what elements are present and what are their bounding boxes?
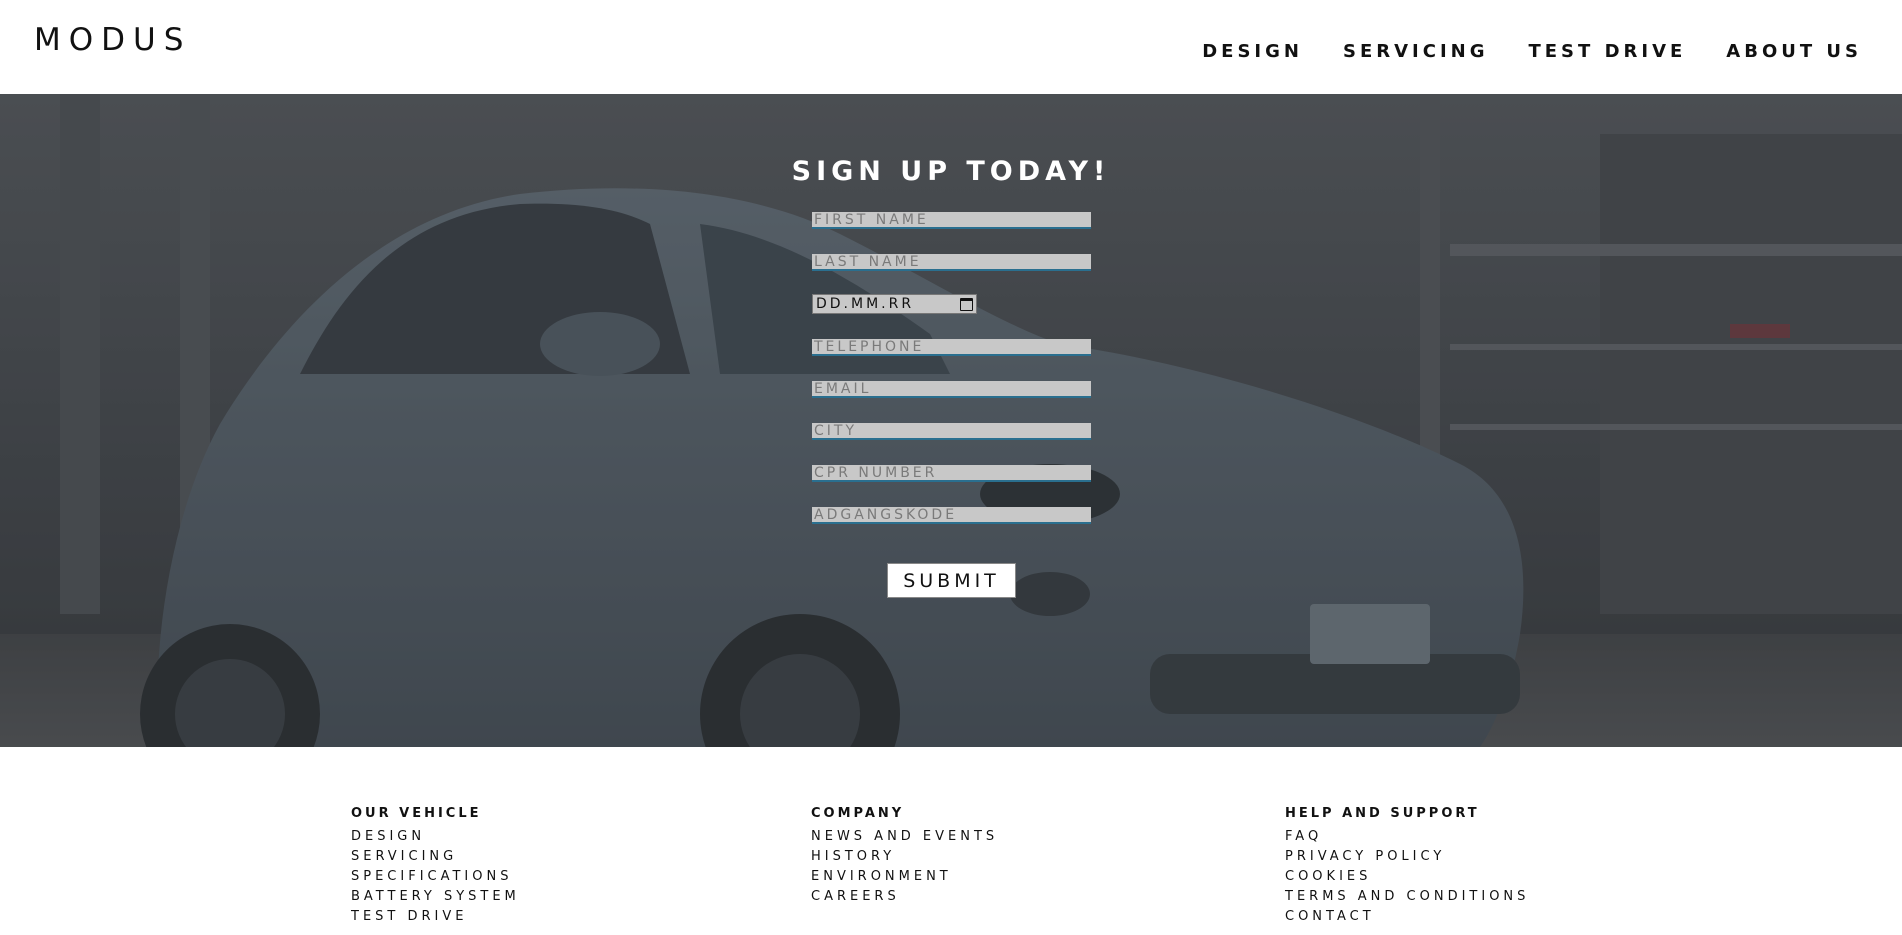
footer-link-contact[interactable]: CONTACT [1285, 907, 1529, 927]
footer-column-company: COMPANY NEWS AND EVENTS HISTORY ENVIRONM… [811, 806, 998, 907]
footer-link-servicing[interactable]: SERVICING [351, 847, 520, 867]
logo[interactable]: MODUS [34, 22, 191, 58]
hero-dark-overlay [0, 94, 1902, 747]
date-field-value: DD.MM.RR [816, 296, 915, 312]
password-field[interactable] [812, 507, 1091, 524]
footer-link-history[interactable]: HISTORY [811, 847, 998, 867]
footer-link-cookies[interactable]: COOKIES [1285, 867, 1529, 887]
first-name-field[interactable] [812, 212, 1091, 229]
signup-title: SIGN UP TODAY! [791, 156, 1111, 187]
site-footer: OUR VEHICLE DESIGN SERVICING SPECIFICATI… [0, 747, 1902, 935]
main-nav: DESIGN SERVICING TEST DRIVE ABOUT US [1162, 41, 1862, 62]
footer-link-privacy-policy[interactable]: PRIVACY POLICY [1285, 847, 1529, 867]
nav-test-drive[interactable]: TEST DRIVE [1528, 41, 1686, 62]
nav-servicing[interactable]: SERVICING [1343, 41, 1489, 62]
nav-design[interactable]: DESIGN [1202, 41, 1303, 62]
footer-link-careers[interactable]: CAREERS [811, 887, 998, 907]
date-field[interactable]: DD.MM.RR [812, 294, 977, 314]
hero-signup-section: SIGN UP TODAY! DD.MM.RR SUBMIT [0, 94, 1902, 747]
footer-heading: OUR VEHICLE [351, 806, 482, 821]
telephone-field[interactable] [812, 339, 1091, 356]
footer-link-faq[interactable]: FAQ [1285, 827, 1529, 847]
footer-link-battery-system[interactable]: BATTERY SYSTEM [351, 887, 520, 907]
footer-heading: HELP AND SUPPORT [1285, 806, 1480, 821]
footer-link-environment[interactable]: ENVIRONMENT [811, 867, 998, 887]
city-field[interactable] [812, 423, 1091, 440]
footer-link-news-and-events[interactable]: NEWS AND EVENTS [811, 827, 998, 847]
calendar-icon[interactable] [960, 297, 973, 311]
footer-heading: COMPANY [811, 806, 905, 821]
last-name-field[interactable] [812, 254, 1091, 271]
footer-link-specifications[interactable]: SPECIFICATIONS [351, 867, 520, 887]
footer-column-help-and-support: HELP AND SUPPORT FAQ PRIVACY POLICY COOK… [1285, 806, 1529, 927]
footer-column-our-vehicle: OUR VEHICLE DESIGN SERVICING SPECIFICATI… [351, 806, 520, 927]
email-field[interactable] [812, 381, 1091, 398]
nav-about-us[interactable]: ABOUT US [1726, 41, 1862, 62]
site-header: MODUS DESIGN SERVICING TEST DRIVE ABOUT … [0, 0, 1902, 94]
cpr-number-field[interactable] [812, 465, 1091, 482]
submit-button[interactable]: SUBMIT [887, 563, 1016, 598]
footer-link-design[interactable]: DESIGN [351, 827, 520, 847]
footer-link-test-drive[interactable]: TEST DRIVE [351, 907, 520, 927]
footer-link-terms-and-conditions[interactable]: TERMS AND CONDITIONS [1285, 887, 1529, 907]
